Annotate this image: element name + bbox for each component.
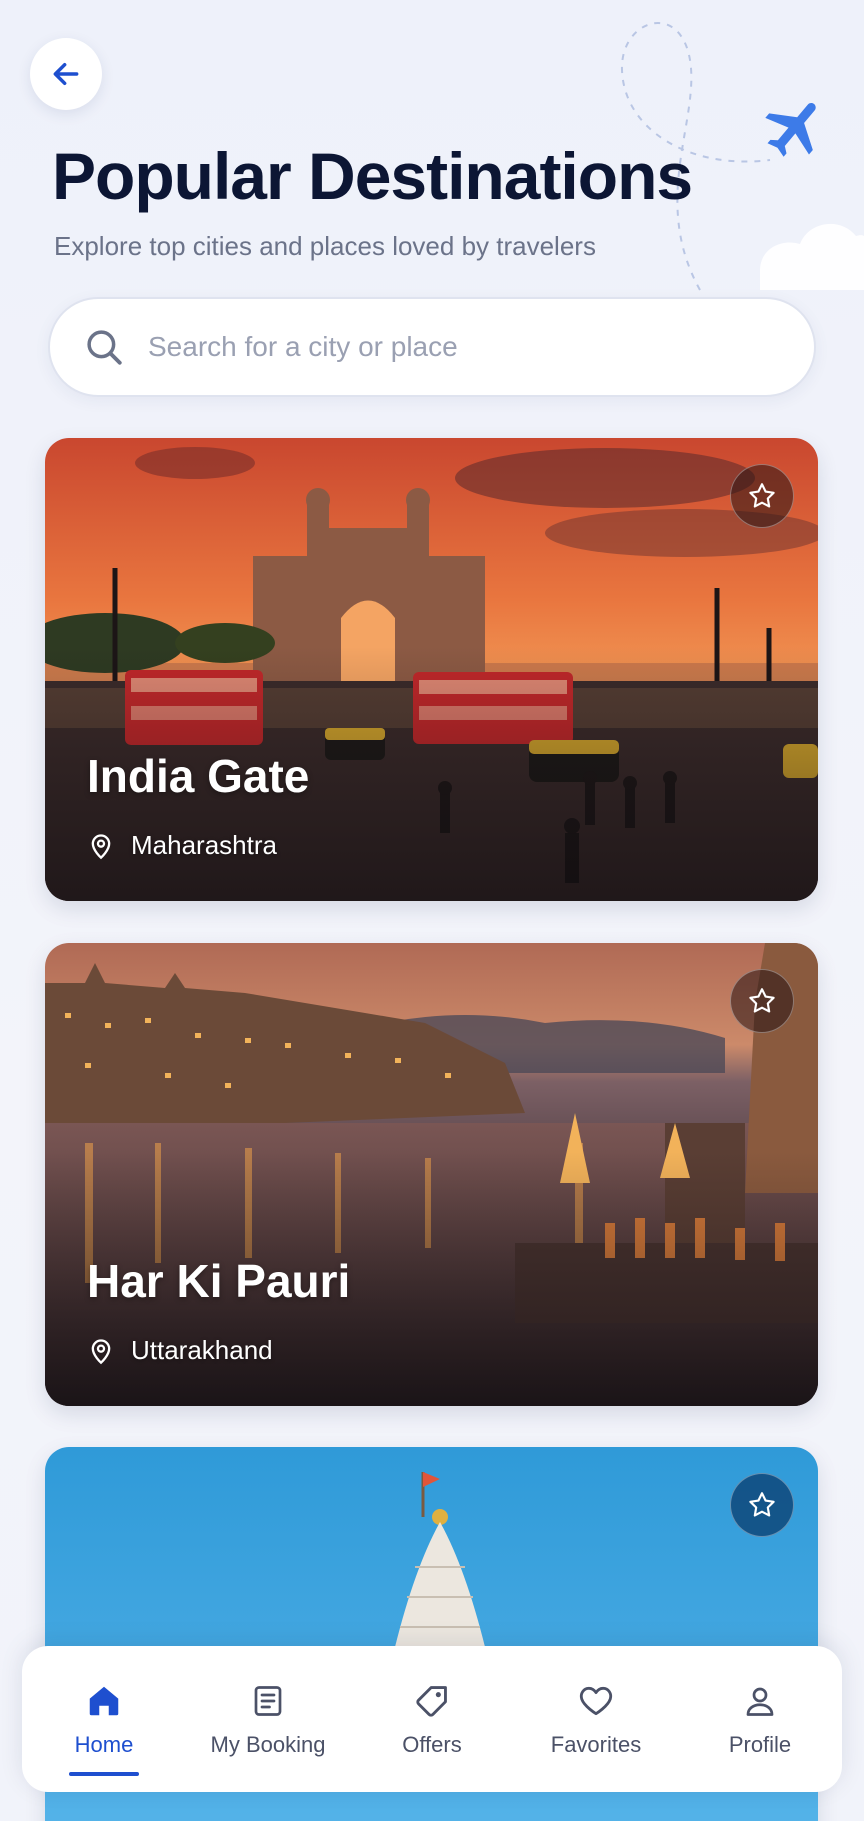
star-outline-icon (749, 483, 775, 508)
star-outline-icon (749, 988, 775, 1013)
home-icon (85, 1680, 123, 1722)
airplane-icon (765, 103, 816, 157)
destination-name: Har Ki Pauri (87, 1255, 351, 1307)
nav-label-profile: Profile (728, 1732, 792, 1757)
destination-location: Maharashtra (87, 830, 277, 861)
location-label: Uttarakhand (131, 1335, 273, 1365)
heart-icon (576, 1680, 616, 1722)
location-pin-icon (91, 833, 111, 859)
nav-label-offers: Offers (402, 1732, 462, 1757)
bottom-navigation: Home My Booking Offers Favorites Profile (22, 1646, 842, 1792)
nav-item-favorites[interactable]: Favorites (521, 1646, 671, 1792)
page-title: Popular Destinations (52, 139, 693, 213)
page-subtitle: Explore top cities and places loved by t… (54, 231, 596, 261)
destinations-screen: Popular Destinations Explore top cities … (0, 0, 864, 1821)
nav-item-profile[interactable]: Profile (685, 1646, 835, 1792)
arrow-left-icon (53, 62, 79, 86)
nav-item-my-booking[interactable]: My Booking (193, 1646, 343, 1792)
tag-icon (413, 1680, 451, 1722)
search-icon (82, 325, 126, 369)
destination-card-india-gate[interactable]: India Gate Maharashtra (45, 438, 818, 901)
destination-card-har-ki-pauri[interactable]: Har Ki Pauri Uttarakhand (45, 943, 818, 1406)
nav-item-home[interactable]: Home (29, 1646, 179, 1792)
search-input[interactable] (148, 331, 748, 363)
nav-label-home: Home (74, 1732, 134, 1757)
nav-item-offers[interactable]: Offers (357, 1646, 507, 1792)
nav-label-my-booking: My Booking (210, 1732, 326, 1757)
back-button[interactable] (30, 38, 102, 110)
user-icon (742, 1680, 778, 1722)
destination-location: Uttarakhand (87, 1335, 273, 1366)
search-bar[interactable] (48, 297, 816, 397)
nav-label-favorites: Favorites (550, 1732, 642, 1757)
active-indicator (69, 1772, 139, 1776)
star-outline-icon (749, 1492, 775, 1517)
booking-icon (250, 1680, 286, 1722)
favorite-button[interactable] (730, 969, 794, 1033)
favorite-button[interactable] (730, 1473, 794, 1537)
location-label: Maharashtra (131, 830, 277, 860)
favorite-button[interactable] (730, 464, 794, 528)
destination-name: India Gate (87, 750, 310, 802)
location-pin-icon (91, 1338, 111, 1364)
